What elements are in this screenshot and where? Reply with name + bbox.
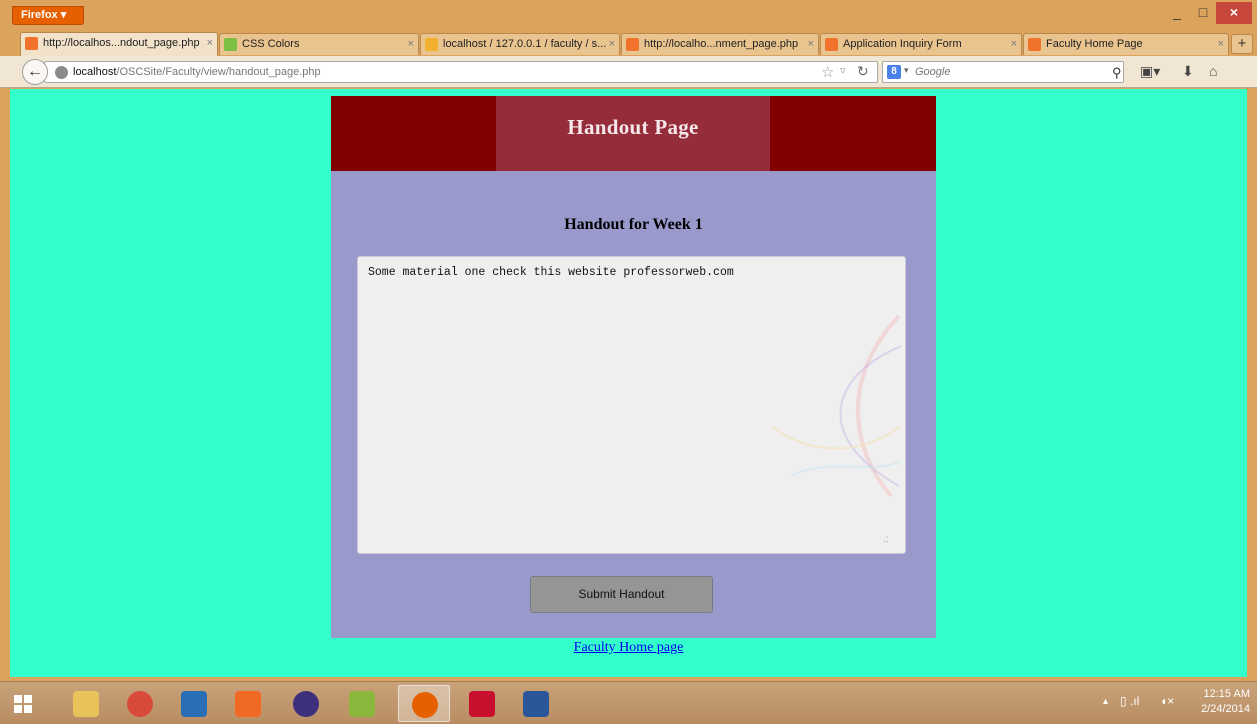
word-icon [523,691,549,717]
handout-textarea[interactable]: Some material one check this website pro… [357,256,906,554]
firefox-menu-label: Firefox [21,9,58,21]
tab-label: localhost / 127.0.0.1 / faculty / s... [443,38,607,50]
tab-label: Faculty Home Page [1046,38,1143,50]
tab-label: Application Inquiry Form [843,38,962,50]
xampp-icon [25,37,38,50]
windows-logo-icon [14,695,22,703]
tab-close-icon[interactable]: × [609,34,615,54]
history-dropdown-icon[interactable]: ▿ [840,64,846,77]
taskbar: ▴ ▯ .ıl ◖× 12:15 AM 2/24/2014 [0,681,1257,724]
taskbar-virtualbox[interactable] [168,685,220,722]
file-explorer-icon [73,691,99,717]
taskbar-eclipse[interactable] [280,685,332,722]
taskbar-chrome[interactable] [114,685,166,722]
back-button[interactable]: ← [22,59,48,85]
tab-label: CSS Colors [242,38,300,50]
w3c-icon [224,38,237,51]
chrome-icon [127,691,153,717]
tab-label: http://localhos...ndout_page.php [43,37,200,49]
tab-close-icon[interactable]: × [207,33,213,53]
taskbar-file-explorer[interactable] [60,685,112,722]
close-window-button[interactable]: × [1216,2,1252,24]
url-path: /OSCSite/Faculty/view/handout_page.php [116,66,321,78]
submit-handout-button[interactable]: Submit Handout [530,576,713,613]
search-engine-dropdown-icon[interactable]: ▾ [904,65,909,76]
downloads-icon[interactable]: ⬇ [1182,63,1194,80]
faculty-home-link[interactable]: Faculty Home page [10,640,1247,656]
url-bar[interactable]: localhost/OSCSite/Faculty/view/handout_p… [44,61,878,83]
handout-heading: Handout for Week 1 [564,216,703,233]
new-tab-button[interactable]: + [1231,34,1253,54]
tab-phpmyadmin[interactable]: localhost / 127.0.0.1 / faculty / s... × [420,33,620,55]
site-identity-icon[interactable] [55,66,68,79]
tab-close-icon[interactable]: × [1218,34,1224,54]
page-viewport: Handout Page Handout for Week 1 Some mat… [10,89,1247,677]
tab-strip: http://localhos...ndout_page.php × CSS C… [0,30,1257,56]
system-clock[interactable]: 12:15 AM 2/24/2014 [1180,687,1250,717]
bookmark-star-icon[interactable]: ☆ [821,63,834,81]
tab-close-icon[interactable]: × [408,34,414,54]
tab-close-icon[interactable]: × [1011,34,1017,54]
url-text[interactable]: localhost/OSCSite/Faculty/view/handout_p… [73,66,321,78]
google-search-engine-icon[interactable]: 8 [887,65,901,79]
home-icon[interactable]: ⌂ [1209,63,1217,79]
phpmyadmin-icon [425,38,438,51]
xampp-icon [235,691,261,717]
xampp-icon [626,38,639,51]
maximize-button[interactable]: □ [1190,2,1216,24]
minimize-button[interactable]: _ [1164,2,1190,24]
tab-css-colors[interactable]: CSS Colors × [219,33,419,55]
tab-application-inquiry[interactable]: Application Inquiry Form × [820,33,1022,55]
navigation-bar: localhost/OSCSite/Faculty/view/handout_p… [0,56,1257,88]
windows-start-button[interactable] [8,687,48,721]
tab-label: http://localho...nment_page.php [644,38,799,50]
page-header: Handout Page [331,96,936,171]
volume-muted-icon[interactable]: ◖× [1160,694,1174,708]
search-go-icon[interactable]: ⚲ [1112,65,1122,81]
tab-handout-page[interactable]: http://localhos...ndout_page.php × [20,32,218,56]
header-title-box: Handout Page [496,96,770,171]
taskbar-xampp[interactable] [222,685,274,722]
search-bar[interactable]: 8 ▾ [882,61,1124,83]
search-input[interactable] [915,64,1095,80]
virtualbox-icon [181,691,207,717]
windows-logo-pane [24,695,32,703]
acrobat-icon [469,691,495,717]
bookmarks-menu-icon[interactable]: ▣▾ [1140,63,1160,80]
firefox-menu-button[interactable]: Firefox ▾ [12,6,84,25]
tab-faculty-home[interactable]: Faculty Home Page × [1023,33,1229,55]
tab-close-icon[interactable]: × [808,34,814,54]
windows-logo-pane [24,705,32,713]
page-container: Handout Page Handout for Week 1 Some mat… [331,96,936,638]
android-sdk-icon [349,691,375,717]
windows-logo-pane [14,705,22,713]
title-bar: Firefox ▾ _ □ × [0,0,1257,30]
tab-assignment-page[interactable]: http://localho...nment_page.php × [621,33,819,55]
taskbar-acrobat[interactable] [456,685,508,722]
clock-date: 2/24/2014 [1201,703,1250,715]
firefox-icon [412,692,438,718]
xampp-icon [825,38,838,51]
xampp-icon [1028,38,1041,51]
back-arrow-icon: ← [27,63,43,80]
eclipse-icon [293,691,319,717]
url-host: localhost [73,66,117,78]
page-title: Handout Page [567,115,699,139]
taskbar-word[interactable] [510,685,562,722]
taskbar-android-sdk[interactable] [336,685,388,722]
taskbar-firefox[interactable] [398,685,450,722]
clock-time: 12:15 AM [1203,688,1250,700]
resize-grip-icon[interactable]: .: [883,534,889,545]
network-signal-icon[interactable]: ▯ .ıl [1120,694,1139,708]
reload-icon[interactable]: ↻ [857,63,869,80]
tray-overflow-icon[interactable]: ▴ [1103,696,1108,707]
